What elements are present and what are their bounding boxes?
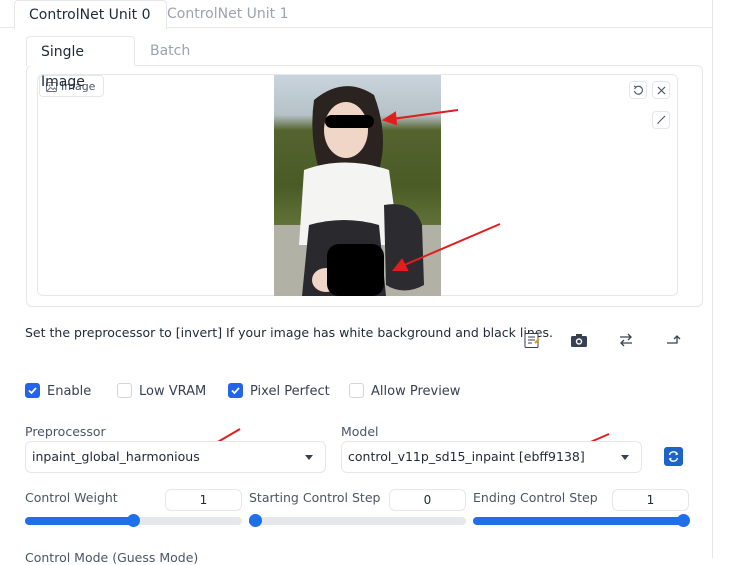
allow-preview-label: Allow Preview bbox=[371, 384, 461, 399]
notepad-icon[interactable] bbox=[520, 329, 544, 351]
control-weight-slider[interactable] bbox=[25, 514, 242, 527]
brush-icon[interactable] bbox=[652, 111, 670, 129]
tab-controlnet-unit-1[interactable]: ControlNet Unit 1 bbox=[153, 0, 303, 28]
model-label: Model bbox=[341, 424, 379, 439]
starting-step-input[interactable]: 0 bbox=[389, 489, 466, 511]
low-vram-label: Low VRAM bbox=[139, 384, 207, 399]
swap-icon[interactable] bbox=[614, 329, 638, 351]
undo-icon[interactable] bbox=[629, 81, 647, 99]
outer-frame-border bbox=[712, 0, 713, 558]
refresh-models-button[interactable] bbox=[664, 447, 683, 466]
allow-preview-checkbox[interactable] bbox=[349, 383, 364, 398]
preprocessor-label: Preprocessor bbox=[25, 424, 106, 439]
enable-label: Enable bbox=[47, 384, 92, 399]
enable-checkbox[interactable] bbox=[25, 383, 40, 398]
close-icon[interactable] bbox=[652, 81, 670, 99]
options-row: Enable Low VRAM Pixel Perfect Allow Prev… bbox=[25, 383, 725, 401]
ending-step-fill bbox=[473, 517, 684, 525]
send-dimensions-icon[interactable] bbox=[661, 329, 685, 351]
refresh-icon bbox=[668, 451, 679, 462]
tab-batch[interactable]: Batch bbox=[136, 36, 204, 66]
pixel-perfect-label: Pixel Perfect bbox=[250, 384, 330, 399]
control-weight-fill bbox=[25, 517, 134, 525]
ending-step-input[interactable]: 1 bbox=[612, 489, 689, 511]
ending-step-slider[interactable] bbox=[473, 514, 690, 527]
starting-step-label: Starting Control Step bbox=[249, 490, 381, 505]
starting-step-thumb[interactable] bbox=[249, 514, 262, 527]
control-weight-input[interactable]: 1 bbox=[165, 489, 242, 511]
camera-icon[interactable] bbox=[567, 329, 591, 351]
control-weight-thumb[interactable] bbox=[127, 514, 140, 527]
model-dropdown[interactable]: control_v11p_sd15_inpaint [ebff9138] bbox=[341, 441, 642, 473]
tab-single-image[interactable]: Single Image bbox=[26, 36, 135, 90]
censor-bar-eyes bbox=[325, 115, 374, 128]
preprocessor-dropdown[interactable]: inpaint_global_harmonious bbox=[25, 441, 326, 473]
chevron-down-icon bbox=[621, 455, 629, 460]
pixel-perfect-checkbox[interactable] bbox=[228, 383, 243, 398]
ending-step-label: Ending Control Step bbox=[473, 490, 598, 505]
chevron-down-icon bbox=[305, 455, 313, 460]
censor-blob-body bbox=[327, 244, 384, 296]
low-vram-checkbox[interactable] bbox=[117, 383, 132, 398]
starting-step-slider[interactable] bbox=[249, 514, 466, 527]
ending-step-thumb[interactable] bbox=[677, 514, 690, 527]
control-weight-label: Control Weight bbox=[25, 490, 118, 505]
model-value: control_v11p_sd15_inpaint [ebff9138] bbox=[348, 449, 585, 464]
tab-controlnet-unit-0[interactable]: ControlNet Unit 0 bbox=[14, 0, 167, 30]
preprocessor-hint: Set the preprocessor to [invert] If your… bbox=[25, 325, 553, 340]
preprocessor-value: inpaint_global_harmonious bbox=[32, 449, 200, 464]
